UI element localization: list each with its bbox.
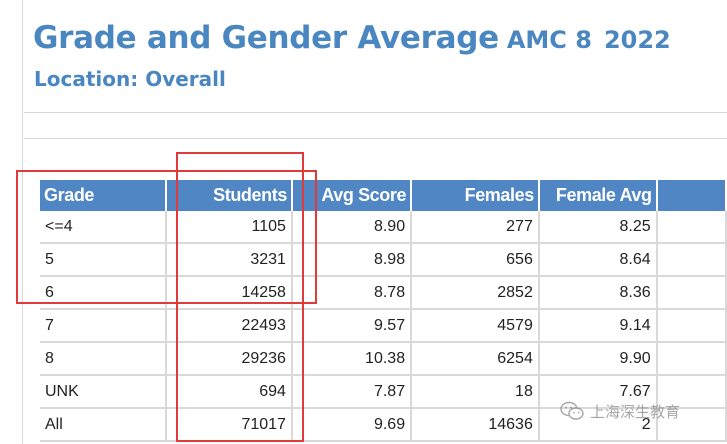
cell-next	[656, 309, 727, 343]
table-row: 8 29236 10.38 6254 9.90	[40, 342, 727, 376]
cell-female-avg: 8.36	[538, 276, 658, 310]
header-female-avg[interactable]: Female Avg	[538, 180, 658, 211]
header-females[interactable]: Females	[411, 180, 540, 211]
cell-females: 656	[411, 243, 540, 277]
cell-grade: 8	[40, 342, 167, 376]
cell-avg-score: 9.57	[291, 309, 413, 343]
wechat-icon	[560, 401, 584, 420]
cell-females: 6254	[411, 342, 540, 376]
cell-female-avg: 8.25	[538, 211, 658, 244]
page-title: Grade and Gender Average AMC 8 2022	[33, 20, 671, 56]
cell-female-avg: 9.14	[538, 309, 658, 343]
location-label: Location: Overall	[34, 67, 226, 91]
cell-next	[656, 243, 727, 277]
report-title: Grade and Gender Average	[33, 20, 499, 56]
divider	[24, 138, 727, 139]
cell-avg-score: 9.69	[291, 408, 413, 442]
highlight-students-box	[176, 152, 304, 442]
cell-females: 2852	[411, 276, 540, 310]
cell-females: 277	[411, 211, 540, 244]
cell-grade: 7	[40, 309, 167, 343]
header-next[interactable]	[656, 180, 727, 211]
cell-next	[656, 211, 727, 244]
watermark: 上海深生教育	[560, 398, 710, 424]
cell-females: 14636	[411, 408, 540, 442]
cell-females: 18	[411, 375, 540, 409]
divider	[24, 112, 727, 113]
table-row: 7 22493 9.57 4579 9.14	[40, 309, 727, 343]
cell-next	[656, 276, 727, 310]
cell-grade: UNK	[40, 375, 167, 409]
cell-grade: All	[40, 408, 167, 442]
cell-next	[656, 342, 727, 376]
contest-year: 2022	[603, 26, 671, 54]
cell-avg-score: 7.87	[291, 375, 413, 409]
cell-female-avg: 9.90	[538, 342, 658, 376]
contest-name: AMC 8	[506, 26, 592, 54]
cell-female-avg: 8.64	[538, 243, 658, 277]
cell-females: 4579	[411, 309, 540, 343]
watermark-text: 上海深生教育	[590, 402, 681, 421]
cell-avg-score: 10.38	[291, 342, 413, 376]
